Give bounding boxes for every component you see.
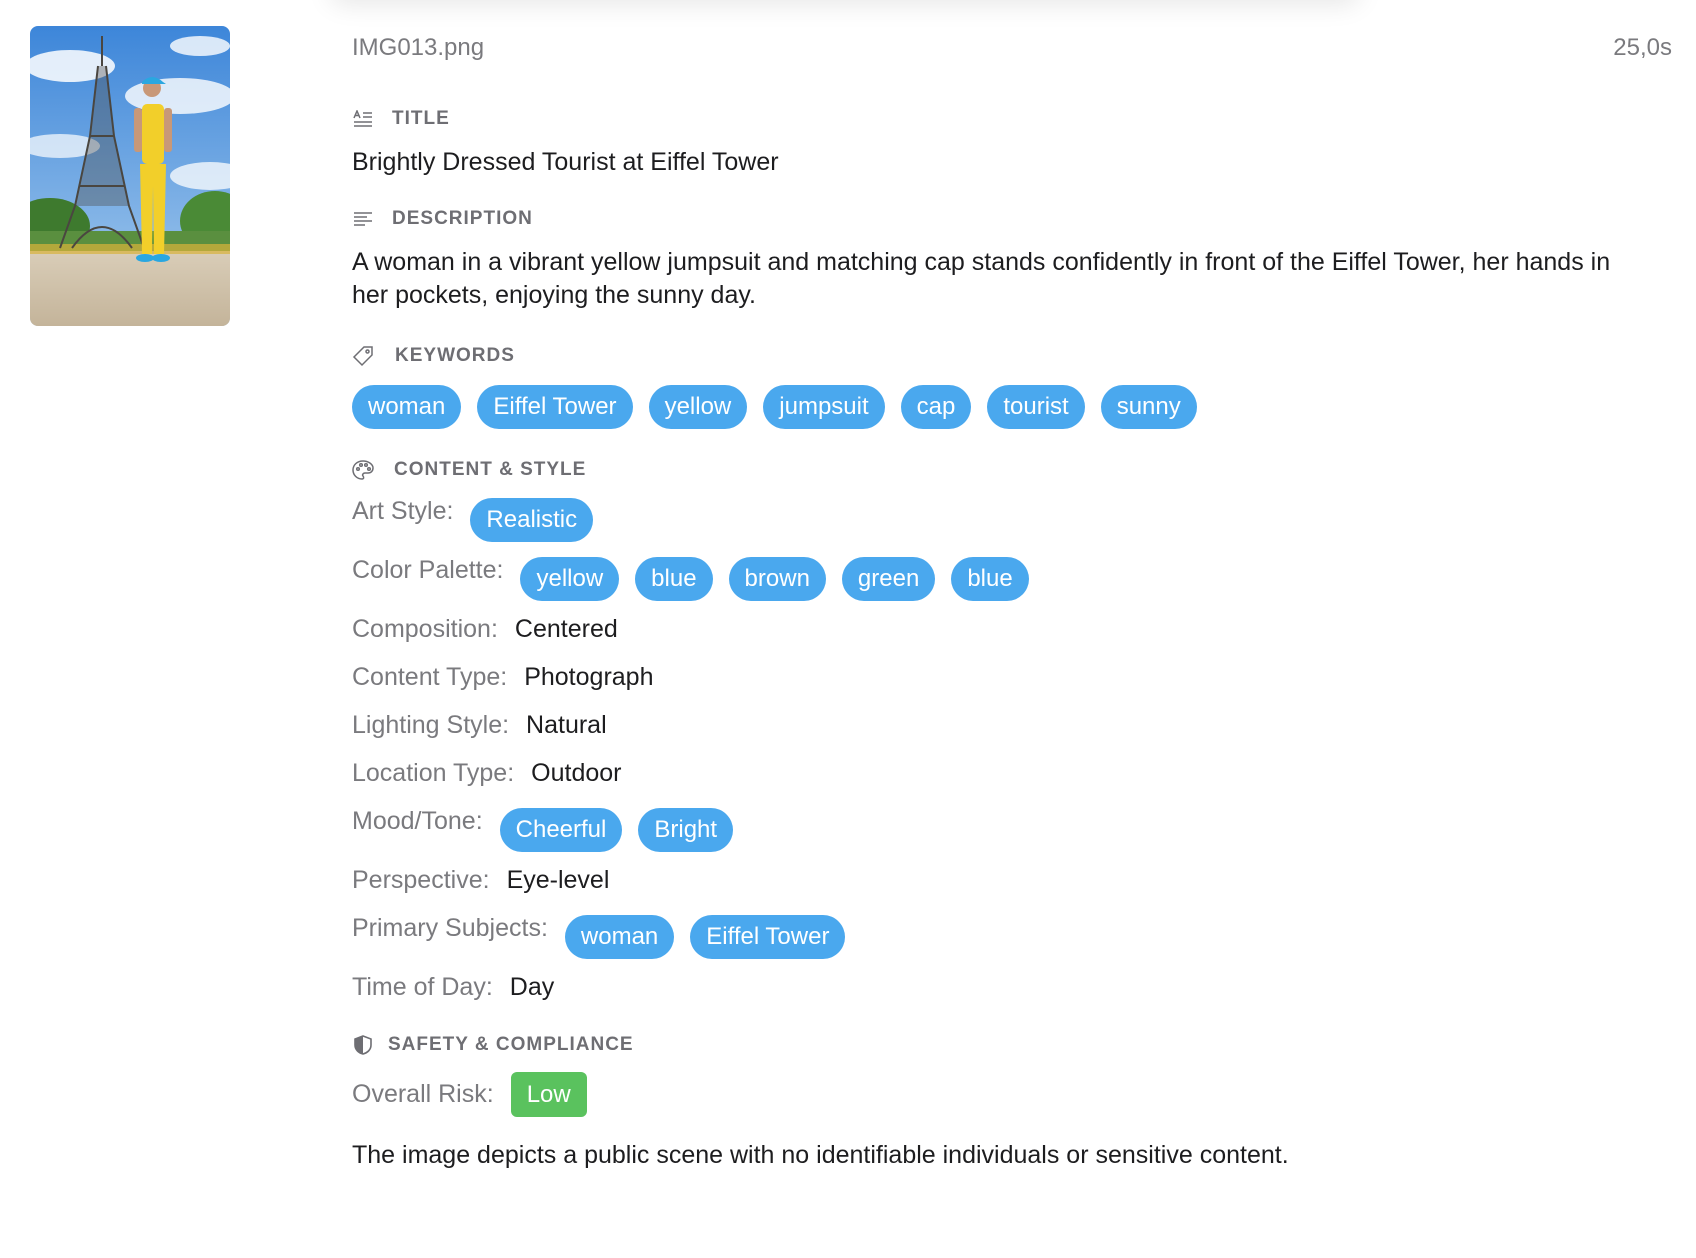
location-type-value: Outdoor	[531, 759, 622, 787]
text-format-icon	[352, 108, 374, 130]
keyword-tag[interactable]: sunny	[1100, 385, 1197, 429]
art-style-label: Art Style:	[352, 497, 454, 525]
keyword-tag[interactable]: woman	[352, 385, 462, 429]
color-tag[interactable]: blue	[951, 557, 1029, 601]
mood-tag[interactable]: Cheerful	[499, 808, 623, 852]
time-of-day-row: Time of Day: Day	[352, 971, 1672, 1004]
description-section-header: DESCRIPTION	[352, 206, 1672, 232]
color-tag[interactable]: yellow	[520, 557, 620, 601]
image-thumbnail[interactable]	[30, 26, 230, 326]
primary-subjects-tags: woman Eiffel Tower	[564, 915, 846, 959]
content-style-heading: CONTENT & STYLE	[394, 459, 587, 480]
lighting-style-value: Natural	[526, 711, 607, 739]
palette-icon	[352, 459, 374, 481]
composition-row: Composition: Centered	[352, 613, 1672, 646]
composition-label: Composition:	[352, 615, 498, 643]
mood-tag[interactable]: Bright	[638, 808, 734, 852]
risk-level-badge: Low	[510, 1072, 587, 1117]
description-text: A woman in a vibrant yellow jumpsuit and…	[352, 248, 1611, 309]
time-of-day-label: Time of Day:	[352, 973, 493, 1001]
keywords-section-header: KEYWORDS	[352, 343, 1672, 369]
keyword-tags: woman Eiffel Tower yellow jumpsuit cap t…	[352, 385, 1672, 429]
color-tag[interactable]: blue	[635, 557, 713, 601]
composition-value: Centered	[514, 615, 618, 643]
perspective-label: Perspective:	[352, 866, 490, 894]
overall-risk-row: Overall Risk: Low	[352, 1072, 1672, 1117]
content-type-label: Content Type:	[352, 663, 508, 691]
file-name: IMG013.png	[352, 34, 485, 61]
safety-section-header: SAFETY & COMPLIANCE	[352, 1032, 1672, 1058]
perspective-value: Eye-level	[506, 866, 610, 894]
title-heading: TITLE	[392, 108, 450, 129]
lighting-style-row: Lighting Style: Natural	[352, 709, 1672, 742]
color-tag[interactable]: brown	[728, 557, 826, 601]
color-tag[interactable]: green	[841, 557, 936, 601]
primary-subjects-row: Primary Subjects: woman Eiffel Tower	[352, 912, 1672, 959]
art-style-tag[interactable]: Realistic	[470, 498, 594, 542]
lighting-style-label: Lighting Style:	[352, 711, 510, 739]
time-of-day-value: Day	[509, 973, 555, 1001]
location-type-row: Location Type: Outdoor	[352, 757, 1672, 790]
paragraph-lines-icon	[352, 208, 374, 230]
content-type-row: Content Type: Photograph	[352, 661, 1672, 694]
color-palette-label: Color Palette:	[352, 556, 504, 584]
keyword-tag[interactable]: cap	[900, 385, 972, 429]
title-section-header: TITLE	[352, 106, 1672, 132]
subject-tag[interactable]: woman	[564, 915, 675, 959]
keyword-tag[interactable]: tourist	[987, 385, 1085, 429]
safety-summary: The image depicts a public scene with no…	[352, 1141, 1289, 1169]
tag-icon	[352, 345, 374, 367]
processing-duration: 25,0s	[1613, 34, 1672, 61]
color-palette-tags: yellow blue brown green blue	[520, 557, 1029, 601]
thumbnail-photo	[30, 26, 230, 326]
keyword-tag[interactable]: Eiffel Tower	[477, 385, 633, 429]
file-header: IMG013.png 25,0s	[352, 34, 1672, 68]
mood-tone-row: Mood/Tone: Cheerful Bright	[352, 805, 1672, 852]
keywords-heading: KEYWORDS	[395, 345, 515, 366]
metadata-panel: IMG013.png 25,0s TITLE Brightly Dressed …	[352, 34, 1672, 1172]
overall-risk-label: Overall Risk:	[352, 1080, 494, 1108]
shield-icon	[352, 1034, 374, 1056]
description-heading: DESCRIPTION	[392, 208, 533, 229]
content-style-section-header: CONTENT & STYLE	[352, 457, 1672, 483]
perspective-row: Perspective: Eye-level	[352, 864, 1672, 897]
keyword-tag[interactable]: yellow	[648, 385, 748, 429]
keyword-tag[interactable]: jumpsuit	[763, 385, 885, 429]
content-type-value: Photograph	[524, 663, 654, 691]
safety-heading: SAFETY & COMPLIANCE	[388, 1034, 634, 1055]
art-style-row: Art Style: Realistic	[352, 495, 1672, 542]
art-style-tags: Realistic	[470, 498, 594, 542]
mood-tone-tags: Cheerful Bright	[499, 808, 734, 852]
title-text: Brightly Dressed Tourist at Eiffel Tower	[352, 148, 779, 176]
mood-tone-label: Mood/Tone:	[352, 807, 483, 835]
primary-subjects-label: Primary Subjects:	[352, 914, 548, 942]
location-type-label: Location Type:	[352, 759, 515, 787]
subject-tag[interactable]: Eiffel Tower	[690, 915, 846, 959]
color-palette-row: Color Palette: yellow blue brown green b…	[352, 554, 1672, 601]
